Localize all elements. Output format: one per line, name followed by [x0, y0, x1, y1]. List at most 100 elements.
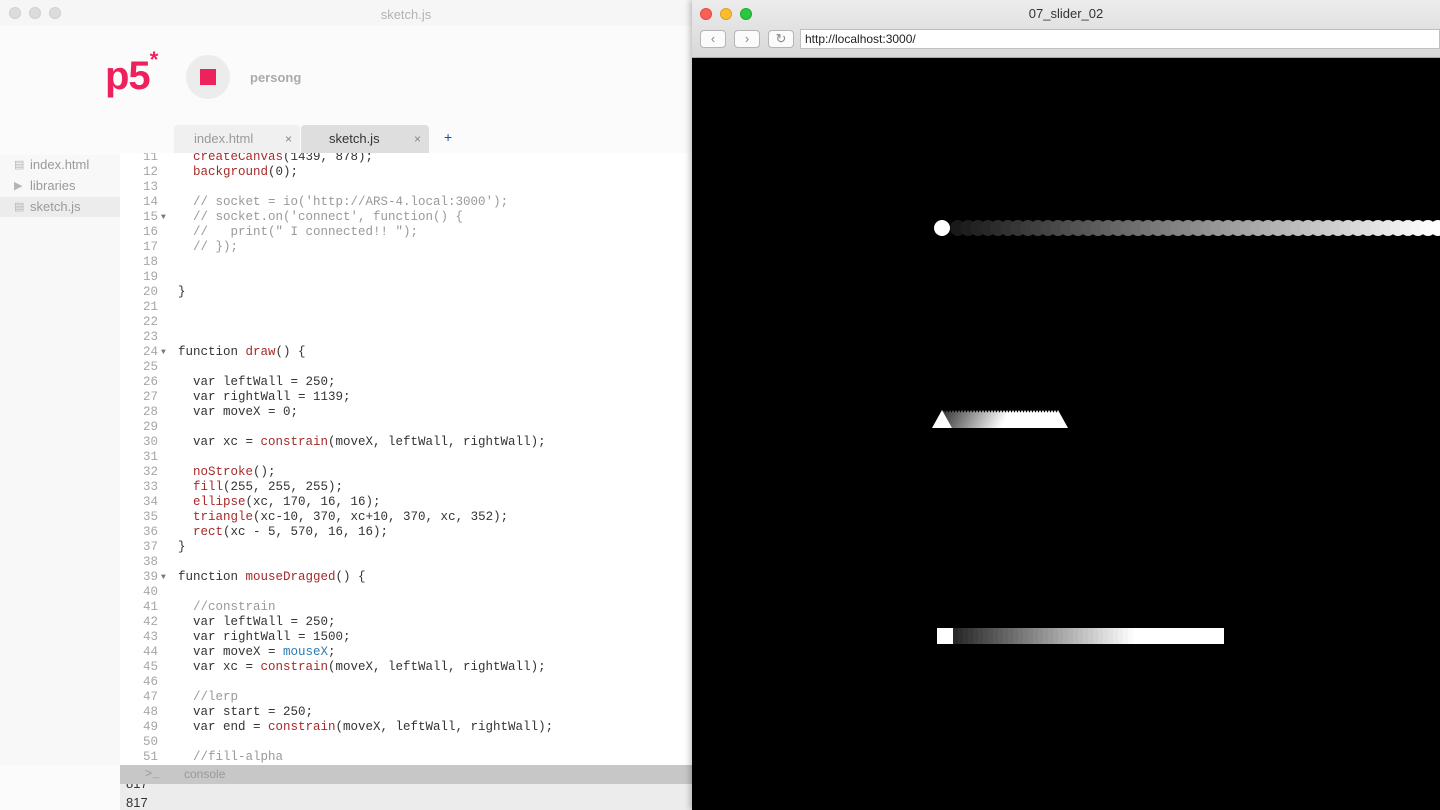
line-number: 23 [142, 330, 158, 344]
code-line[interactable]: 36 rect(xc - 5, 570, 16, 16); [120, 525, 692, 540]
code-line[interactable]: 32 noStroke(); [120, 465, 692, 480]
file-name: sketch.js [30, 199, 81, 214]
code-line[interactable]: 45 var xc = constrain(moveX, leftWall, r… [120, 660, 692, 675]
code-line[interactable]: 29 [120, 420, 692, 435]
sketch-canvas[interactable] [692, 58, 1440, 810]
code-line[interactable]: 26 var leftWall = 250; [120, 375, 692, 390]
reload-button[interactable]: ↻ [768, 30, 794, 48]
code-text: function draw() { [178, 345, 306, 359]
editor-window-title: sketch.js [380, 7, 432, 22]
code-line[interactable]: 28 var moveX = 0; [120, 405, 692, 420]
code-line[interactable]: 49 var end = constrain(moveX, leftWall, … [120, 720, 692, 735]
code-text: function mouseDragged() { [178, 570, 366, 584]
code-text: rect(xc - 5, 570, 16, 16); [193, 525, 389, 539]
address-bar[interactable]: http://localhost:3000/ [800, 29, 1440, 49]
close-tab-icon[interactable]: × [414, 125, 421, 153]
slider-rect-trail [953, 628, 1224, 644]
code-line[interactable]: 35 triangle(xc-10, 370, xc+10, 370, xc, … [120, 510, 692, 525]
tab-index-html[interactable]: index.html × [174, 125, 300, 155]
forward-button[interactable]: › [734, 30, 760, 48]
line-number: 47 [142, 690, 158, 704]
line-number: 36 [142, 525, 158, 539]
code-line[interactable]: 42 var leftWall = 250; [120, 615, 692, 630]
line-number: 17 [142, 240, 158, 254]
code-line[interactable]: 51 //fill-alpha [120, 750, 692, 765]
code-line[interactable]: 47 //lerp [120, 690, 692, 705]
tab-sketch-js[interactable]: sketch.js × [301, 125, 429, 155]
tab-label: index.html [194, 131, 254, 146]
file-icon: ▤ [14, 159, 25, 171]
code-line[interactable]: 39 ▼ function mouseDragged() { [120, 570, 692, 585]
file-item-index-html[interactable]: ▤ index.html [0, 155, 120, 175]
code-line[interactable]: 34 ellipse(xc, 170, 16, 16); [120, 495, 692, 510]
console-bar[interactable]: >_ console [120, 765, 692, 784]
code-line[interactable]: 30 var xc = constrain(moveX, leftWall, r… [120, 435, 692, 450]
trail-rect [1208, 628, 1224, 644]
code-line[interactable]: 27 var rightWall = 1139; [120, 390, 692, 405]
code-editor[interactable]: 11 createCanvas(1439, 878); 12 background… [120, 153, 692, 765]
code-text: } [178, 540, 186, 554]
code-line[interactable]: 19 [120, 270, 692, 285]
slider-rect-handle[interactable] [937, 628, 953, 644]
file-item-sketch-js[interactable]: ▤ sketch.js [0, 197, 120, 217]
code-line[interactable]: 24 ▼ function draw() { [120, 345, 692, 360]
stop-button[interactable] [186, 55, 230, 99]
code-line[interactable]: 12 background(0); [120, 165, 692, 180]
code-line[interactable]: 48 var start = 250; [120, 705, 692, 720]
code-line[interactable]: 41 //constrain [120, 600, 692, 615]
code-text: var rightWall = 1500; [178, 630, 351, 644]
line-number: 19 [142, 270, 158, 284]
tab-label: sketch.js [329, 131, 380, 146]
folder-name: libraries [30, 178, 76, 193]
code-line[interactable]: 18 [120, 255, 692, 270]
code-line[interactable]: 40 [120, 585, 692, 600]
code-line[interactable]: 13 [120, 180, 692, 195]
code-line[interactable]: 46 [120, 675, 692, 690]
code-text: // print(" I connected!! "); [193, 225, 419, 239]
code-line[interactable]: 20} [120, 285, 692, 300]
line-number: 20 [142, 285, 158, 299]
reload-icon: ↻ [775, 31, 787, 46]
code-line[interactable]: 14 // socket = io('http://ARS-4.local:30… [120, 195, 692, 210]
code-line[interactable]: 17 // }); [120, 240, 692, 255]
code-line[interactable]: 50 [120, 735, 692, 750]
fold-arrow-icon[interactable]: ▼ [161, 210, 166, 225]
slider-circle-handle[interactable] [934, 220, 950, 236]
code-text: var xc = constrain(moveX, leftWall, righ… [178, 660, 546, 674]
code-line[interactable]: 16 // print(" I connected!! "); [120, 225, 692, 240]
folder-item-libraries[interactable]: ▶ libraries [0, 176, 120, 196]
code-line[interactable]: 37} [120, 540, 692, 555]
close-tab-icon[interactable]: × [285, 125, 292, 153]
code-text: triangle(xc-10, 370, xc+10, 370, xc, 352… [193, 510, 509, 524]
fold-arrow-icon[interactable]: ▼ [161, 570, 166, 585]
line-number: 21 [142, 300, 158, 314]
code-text: // socket.on('connect', function() { [193, 210, 464, 224]
code-line[interactable]: 44 var moveX = mouseX; [120, 645, 692, 660]
code-line[interactable]: 21 [120, 300, 692, 315]
line-number: 39 [142, 570, 158, 584]
code-line[interactable]: 22 [120, 315, 692, 330]
line-number: 45 [142, 660, 158, 674]
code-text: } [178, 285, 186, 299]
fold-arrow-icon[interactable]: ▼ [161, 345, 166, 360]
add-tab-button[interactable]: + [444, 129, 452, 145]
browser-window: 07_slider_02 ‹ › ↻ http://localhost:3000… [692, 0, 1440, 810]
line-number: 18 [142, 255, 158, 269]
line-number: 44 [142, 645, 158, 659]
code-line[interactable]: 11 createCanvas(1439, 878); [120, 153, 692, 165]
p5-editor-window: sketch.js p5* persong index.html × sketc… [0, 0, 692, 810]
sketch-name[interactable]: persong [250, 70, 301, 85]
code-text: fill(255, 255, 255); [193, 480, 344, 494]
code-line[interactable]: 25 [120, 360, 692, 375]
code-line[interactable]: 31 [120, 450, 692, 465]
code-line[interactable]: 38 [120, 555, 692, 570]
back-button[interactable]: ‹ [700, 30, 726, 48]
code-line[interactable]: 43 var rightWall = 1500; [120, 630, 692, 645]
code-text: noStroke(); [193, 465, 276, 479]
line-number: 29 [142, 420, 158, 434]
code-line[interactable]: 15 ▼ // socket.on('connect', function() { [120, 210, 692, 225]
line-number: 30 [142, 435, 158, 449]
code-line[interactable]: 33 fill(255, 255, 255); [120, 480, 692, 495]
file-tree: ▤ index.html ▶ libraries ▤ sketch.js [0, 155, 120, 765]
code-line[interactable]: 23 [120, 330, 692, 345]
